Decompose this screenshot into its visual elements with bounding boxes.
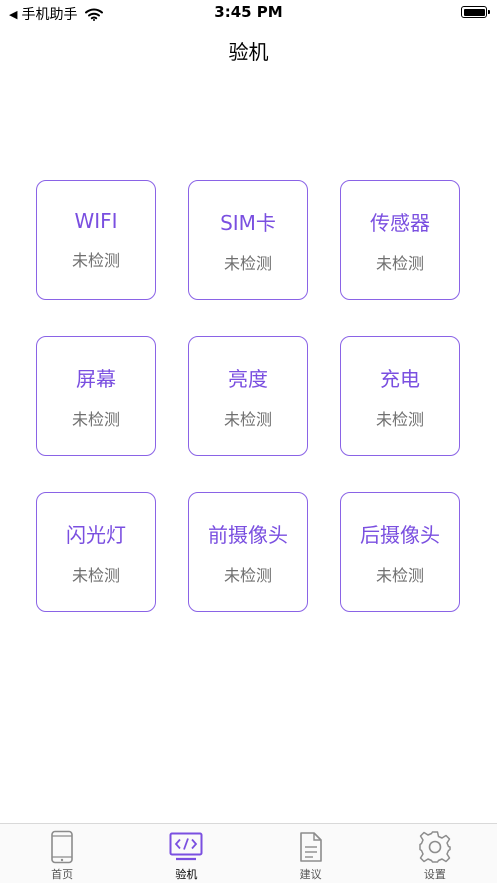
tile-front-camera[interactable]: 前摄像头 未检测 <box>188 492 308 612</box>
tab-label: 设置 <box>423 868 446 881</box>
phone-icon <box>51 830 73 864</box>
tab-advice[interactable]: 建议 <box>249 824 373 883</box>
tile-label: 闪光灯 <box>66 522 126 547</box>
tile-label: 后摄像头 <box>360 522 440 547</box>
document-icon <box>299 832 322 862</box>
tile-brightness[interactable]: 亮度 未检测 <box>188 336 308 456</box>
battery-icon <box>461 6 490 18</box>
tile-status: 未检测 <box>71 409 120 429</box>
tile-status: 未检测 <box>375 253 424 273</box>
tile-sensor[interactable]: 传感器 未检测 <box>340 180 460 300</box>
tab-bar: 首页 验机 建议 设置 <box>0 823 497 883</box>
tile-charging[interactable]: 充电 未检测 <box>340 336 460 456</box>
tile-rear-camera[interactable]: 后摄像头 未检测 <box>340 492 460 612</box>
tab-label: 验机 <box>175 868 198 881</box>
tile-label: 充电 <box>380 366 420 391</box>
check-grid: WIFI 未检测 SIM卡 未检测 传感器 未检测 屏幕 未检测 亮度 未检测 … <box>36 180 460 612</box>
tab-inspect[interactable]: 验机 <box>124 824 248 883</box>
status-bar: ◀ 手机助手 3:45 PM <box>0 0 497 26</box>
code-icon <box>169 832 203 861</box>
tile-label: 亮度 <box>228 366 268 391</box>
tile-screen[interactable]: 屏幕 未检测 <box>36 336 156 456</box>
gear-icon <box>419 831 451 863</box>
tile-label: 传感器 <box>370 210 430 235</box>
tab-home[interactable]: 首页 <box>0 824 124 883</box>
tile-label: 屏幕 <box>76 366 116 391</box>
tile-status: 未检测 <box>223 409 272 429</box>
tile-flashlight[interactable]: 闪光灯 未检测 <box>36 492 156 612</box>
tile-wifi[interactable]: WIFI 未检测 <box>36 180 156 300</box>
tab-settings[interactable]: 设置 <box>373 824 497 883</box>
tile-label: 前摄像头 <box>208 522 288 547</box>
tile-status: 未检测 <box>223 253 272 273</box>
page-title: 验机 <box>228 40 269 64</box>
tab-label: 建议 <box>299 868 322 881</box>
tile-status: 未检测 <box>223 565 272 585</box>
tile-label: SIM卡 <box>220 210 276 235</box>
tile-label: WIFI <box>74 209 118 233</box>
status-time: 3:45 PM <box>214 3 283 21</box>
tile-sim[interactable]: SIM卡 未检测 <box>188 180 308 300</box>
tile-status: 未检测 <box>375 565 424 585</box>
tile-status: 未检测 <box>375 409 424 429</box>
tab-label: 首页 <box>51 868 74 881</box>
tile-status: 未检测 <box>71 565 120 585</box>
tile-status: 未检测 <box>71 251 120 270</box>
